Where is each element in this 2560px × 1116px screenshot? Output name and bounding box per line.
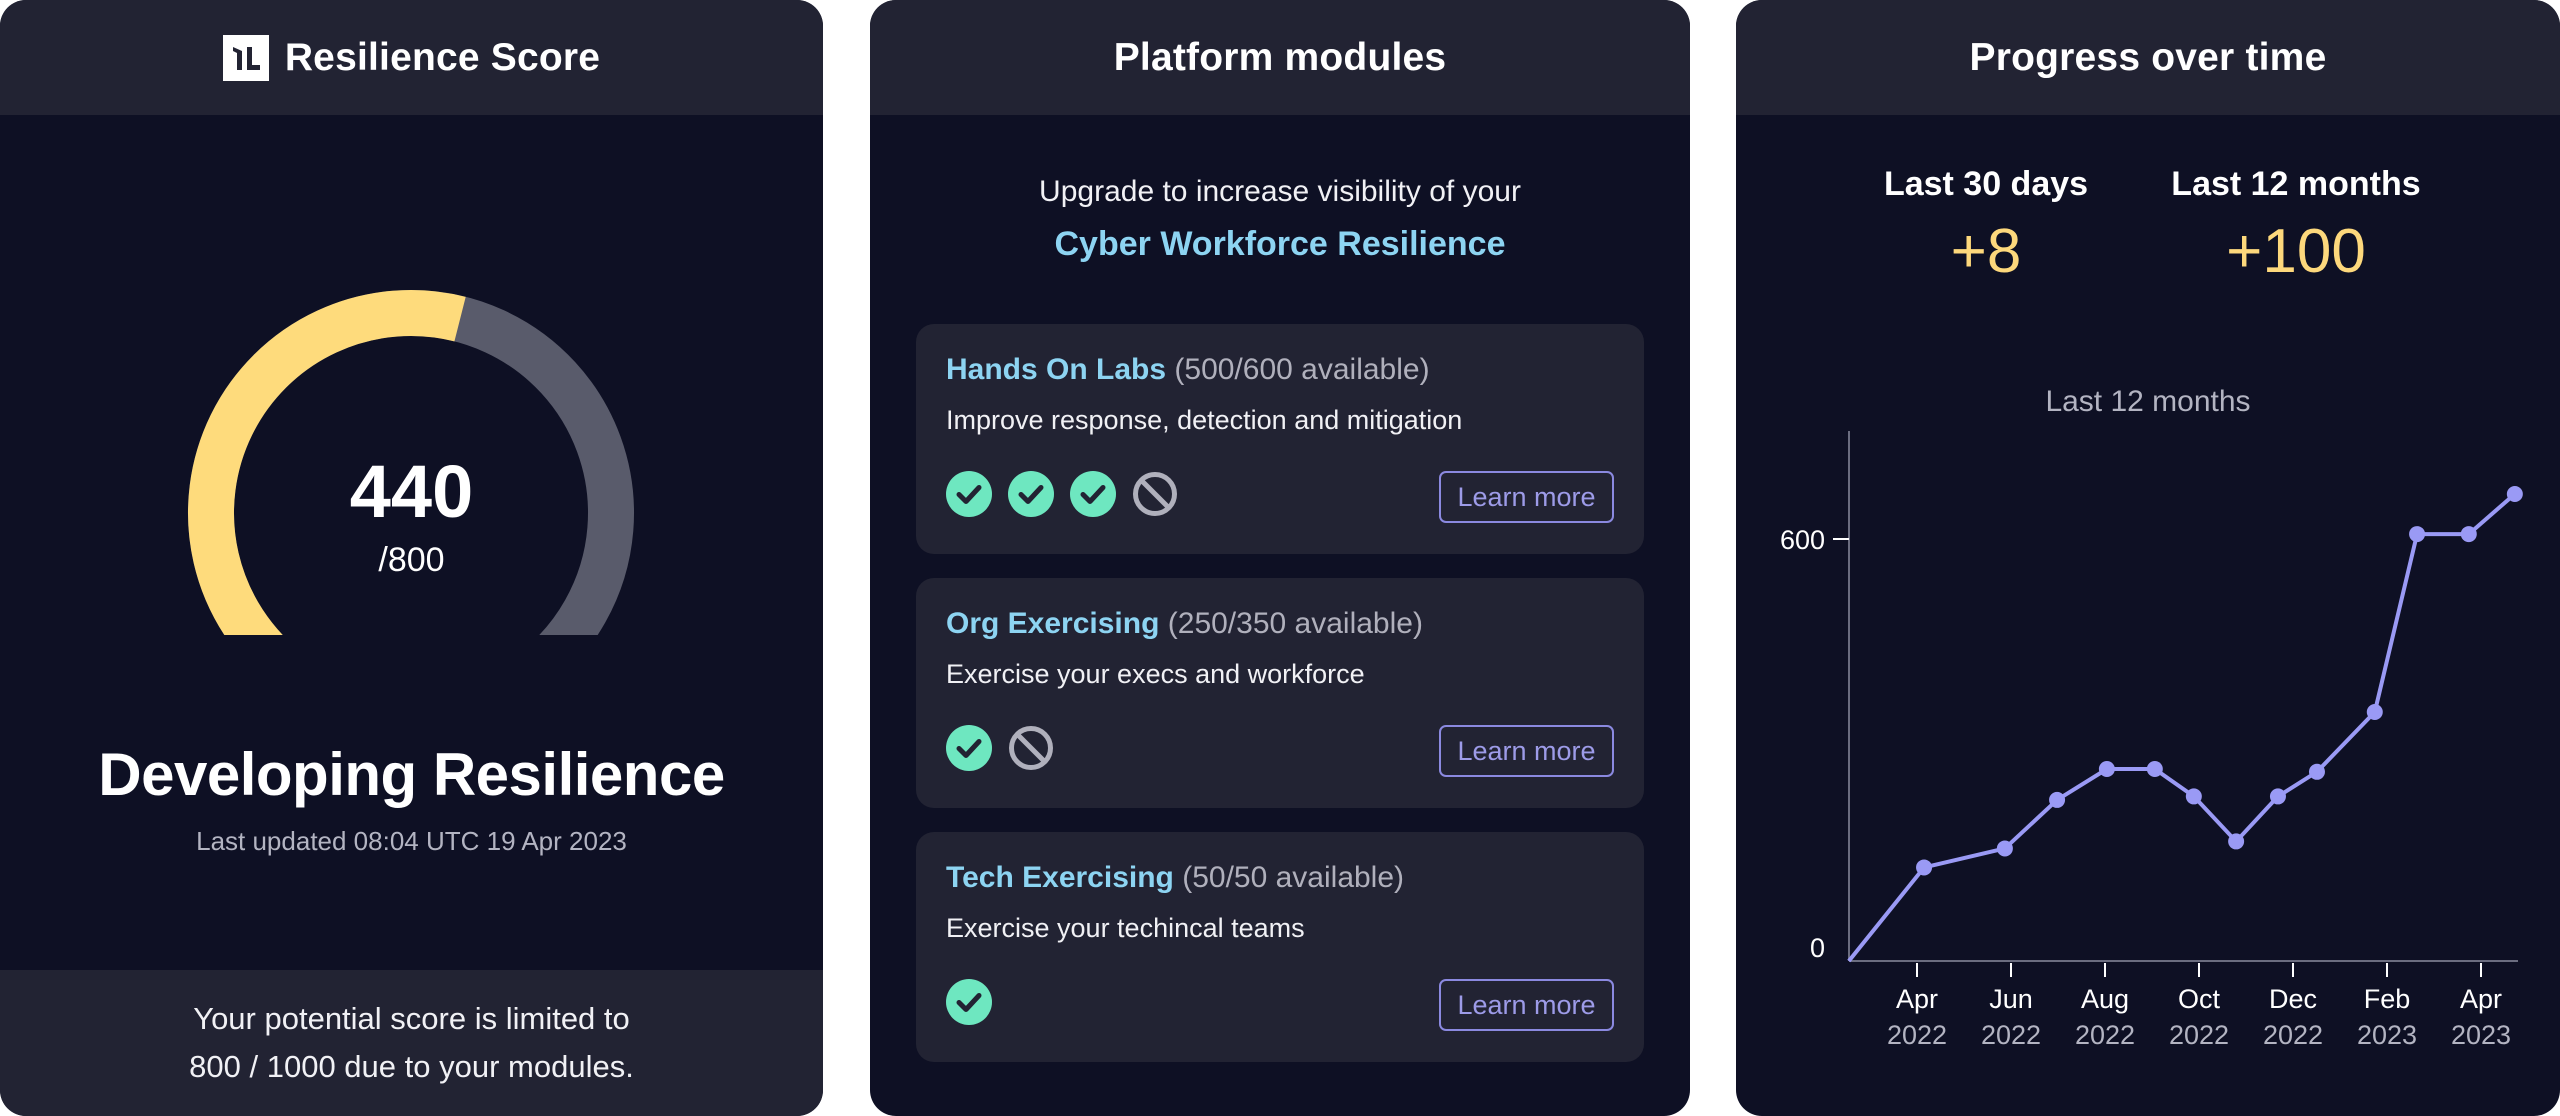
x-tick-label-year: 2022: [2075, 1020, 2135, 1050]
resilience-status: Developing Resilience: [98, 741, 725, 808]
module-status-icons: [946, 471, 1178, 517]
ban-icon: [1009, 726, 1053, 770]
data-point: [2506, 485, 2523, 502]
data-point: [2366, 704, 2383, 721]
immersive-labs-logo-icon: [222, 34, 269, 81]
progress-panel: Progress over time Last 30 days +8 Last …: [1736, 0, 2560, 1116]
y-tick-label: 600: [1780, 525, 1825, 555]
x-tick-label-year: 2022: [2169, 1020, 2229, 1050]
panel-header: Resilience Score: [0, 0, 823, 115]
module-description: Exercise your techincal teams: [946, 913, 1305, 943]
module-availability: (250/350 available): [1167, 607, 1423, 640]
data-point: [2228, 833, 2245, 850]
check-icon: [946, 725, 992, 771]
score-value: 440: [349, 450, 474, 533]
footer-line: 800 / 1000 due to your modules.: [189, 1049, 634, 1084]
panel-header: Platform modules: [870, 0, 1690, 115]
x-tick-label-month: Apr: [1896, 984, 1938, 1014]
x-tick-label-year: 2023: [2451, 1020, 2511, 1050]
module-title: Tech Exercising (50/50 available): [946, 858, 1404, 898]
module-name: Tech Exercising: [946, 861, 1174, 894]
progress-line-chart: 0 600 Apr 2022 Jun 2022 Aug 2022 Oct 2022 Dec 2022 F…: [1780, 431, 2523, 1050]
data-point: [2308, 763, 2325, 780]
x-tick-label-month: Dec: [2269, 984, 2317, 1014]
score-limit-footer: Your potential score is limited to 800 /…: [0, 970, 823, 1116]
ban-icon: [1133, 472, 1177, 516]
x-tick-label-month: Jun: [1989, 984, 2033, 1014]
module-card-tech-exercising: Tech Exercising (50/50 available) Exerci…: [916, 832, 1644, 1062]
x-tick-label-month: Aug: [2081, 984, 2129, 1014]
x-tick-label-year: 2022: [1887, 1020, 1947, 1050]
module-name: Hands On Labs: [946, 353, 1167, 386]
module-availability: (500/600 available): [1174, 353, 1430, 386]
x-tick-label-year: 2023: [2357, 1020, 2417, 1050]
data-point: [2409, 526, 2426, 543]
series-line: [1847, 492, 2517, 963]
module-title: Hands On Labs (500/600 available): [946, 350, 1430, 390]
check-icon: [1008, 471, 1054, 517]
last-updated: Last updated 08:04 UTC 19 Apr 2023: [196, 826, 627, 856]
module-availability: (50/50 available): [1182, 861, 1405, 894]
module-title: Org Exercising (250/350 available): [946, 604, 1423, 644]
x-tick-label-year: 2022: [1981, 1020, 2041, 1050]
upgrade-text: Upgrade to increase visibility of your: [1039, 175, 1521, 208]
data-point: [2269, 788, 2286, 805]
x-tick-label-month: Feb: [2364, 984, 2411, 1014]
check-icon: [1070, 471, 1116, 517]
data-point: [2098, 760, 2115, 777]
check-icon: [946, 471, 992, 517]
module-card-hands-on-labs: Hands On Labs (500/600 available) Improv…: [916, 324, 1644, 554]
data-point: [2146, 760, 2163, 777]
panel-title: Platform modules: [1113, 35, 1447, 79]
learn-more-button[interactable]: Learn more: [1439, 725, 1614, 777]
resilience-score-panel: Resilience Score 440 /800 Developing Res…: [0, 0, 823, 1116]
data-point: [2460, 526, 2477, 543]
x-tick-label-year: 2022: [2263, 1020, 2323, 1050]
module-status-icons: [946, 725, 1054, 771]
data-point: [1996, 840, 2013, 857]
upgrade-highlight: Cyber Workforce Resilience: [1054, 225, 1506, 263]
module-description: Exercise your execs and workforce: [946, 659, 1365, 689]
data-point: [1916, 859, 1933, 876]
module-description: Improve response, detection and mitigati…: [946, 405, 1463, 435]
x-tick-label-month: Apr: [2460, 984, 2502, 1014]
learn-more-button[interactable]: Learn more: [1439, 979, 1614, 1031]
panel-title: Resilience Score: [284, 35, 601, 79]
x-tick-label-month: Oct: [2178, 984, 2221, 1014]
footer-line: Your potential score is limited to: [193, 1001, 630, 1036]
check-icon: [946, 979, 992, 1025]
learn-more-button[interactable]: Learn more: [1439, 471, 1614, 523]
data-point: [2049, 791, 2066, 808]
score-max: /800: [378, 541, 445, 579]
data-point: [2185, 788, 2202, 805]
module-name: Org Exercising: [946, 607, 1160, 640]
module-card-org-exercising: Org Exercising (250/350 available) Exerc…: [916, 578, 1644, 808]
y-tick-label: 0: [1810, 933, 1825, 963]
platform-modules-panel: Platform modules Upgrade to increase vis…: [870, 0, 1690, 1116]
module-status-icons: [946, 979, 992, 1025]
